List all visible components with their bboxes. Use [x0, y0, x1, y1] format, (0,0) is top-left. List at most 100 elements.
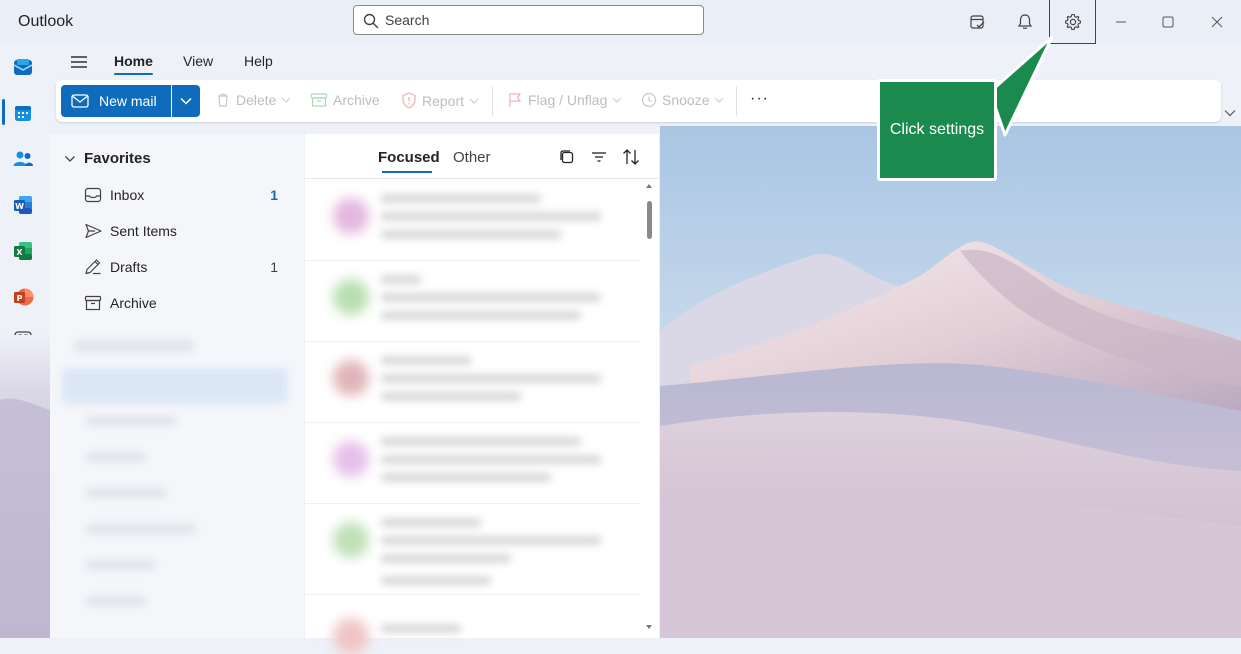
scroll-thumb[interactable] — [647, 201, 652, 239]
search-input[interactable] — [385, 12, 685, 28]
list-item[interactable] — [305, 180, 641, 261]
tab-home[interactable]: Home — [114, 53, 153, 69]
notifications-button[interactable] — [1009, 6, 1041, 38]
powerpoint-app-icon: P — [14, 288, 34, 306]
more-options-button[interactable]: ··· — [750, 90, 769, 108]
blurred-content — [381, 275, 421, 284]
chevron-down-icon — [282, 97, 291, 103]
excel-app-icon: X — [14, 242, 32, 260]
nav-toggle-button[interactable] — [66, 51, 92, 73]
snooze-button[interactable]: Snooze — [641, 92, 724, 108]
avatar — [333, 522, 369, 558]
folder-label: Archive — [110, 295, 157, 311]
chevron-down-icon — [65, 155, 75, 162]
blurred-content — [86, 596, 146, 606]
callout-text: Click settings — [889, 121, 985, 138]
search-icon — [363, 13, 379, 29]
blurred-content — [381, 374, 601, 383]
folder-label: Sent Items — [110, 223, 177, 239]
scroll-up-arrow[interactable] — [646, 184, 652, 188]
my-day-button[interactable] — [962, 6, 994, 38]
flag-icon — [509, 93, 522, 107]
tab-focused[interactable]: Focused — [378, 149, 440, 166]
rail-calendar[interactable] — [0, 93, 46, 133]
rail-excel[interactable]: X — [0, 231, 46, 271]
avatar — [333, 618, 369, 654]
search-box[interactable] — [353, 5, 704, 35]
settings-button[interactable] — [1049, 0, 1096, 44]
list-item[interactable] — [305, 600, 641, 654]
maximize-button[interactable] — [1145, 6, 1191, 38]
list-item[interactable] — [305, 504, 641, 595]
send-icon — [85, 223, 102, 239]
rail-powerpoint[interactable]: P — [0, 277, 46, 317]
new-mail-dropdown[interactable] — [172, 85, 200, 117]
new-mail-button[interactable]: New mail — [61, 85, 171, 117]
blurred-content — [86, 488, 166, 498]
svg-text:W: W — [15, 202, 24, 211]
tab-help[interactable]: Help — [244, 53, 273, 69]
blurred-content — [381, 311, 581, 320]
close-button[interactable] — [1194, 6, 1240, 38]
svg-text:P: P — [17, 294, 23, 303]
folder-sent-items[interactable]: Sent Items — [84, 221, 284, 241]
minimize-button[interactable] — [1098, 6, 1144, 38]
flag-label: Flag / Unflag — [528, 92, 608, 108]
calendar-check-icon — [970, 15, 985, 29]
delete-button[interactable]: Delete — [215, 92, 291, 108]
chevron-down-icon — [469, 98, 479, 104]
rail-word[interactable]: W — [0, 185, 46, 225]
tooltip-callout: Click settings — [877, 79, 997, 181]
archive-button[interactable]: Archive — [310, 92, 380, 108]
favorites-header[interactable]: Favorites — [64, 150, 151, 167]
avatar — [333, 360, 369, 396]
scroll-down-arrow[interactable] — [646, 625, 652, 629]
chevron-down-icon — [180, 97, 192, 105]
snooze-label: Snooze — [662, 92, 710, 108]
report-label: Report — [422, 92, 465, 109]
blurred-content — [381, 230, 561, 239]
background-strip — [0, 335, 50, 638]
mail-app-icon — [13, 59, 33, 75]
blurred-content — [86, 560, 156, 570]
tab-other[interactable]: Other — [453, 149, 491, 166]
list-item[interactable] — [305, 423, 641, 504]
sort-button[interactable] — [620, 147, 642, 167]
folder-drafts[interactable]: Drafts 1 — [84, 257, 284, 277]
folder-archive[interactable]: Archive — [84, 293, 284, 313]
landscape-image — [660, 126, 1241, 638]
delete-label: Delete — [236, 92, 277, 108]
chevron-down-icon — [612, 97, 622, 103]
list-item[interactable] — [305, 261, 641, 342]
archive-label: Archive — [333, 92, 380, 108]
archive-icon — [84, 295, 102, 311]
blurred-content — [381, 554, 511, 563]
ribbon-expand-button[interactable] — [1224, 104, 1236, 122]
tab-focused-indicator — [382, 171, 432, 173]
report-button[interactable]: Report — [401, 92, 479, 109]
trash-icon — [218, 93, 228, 107]
envelope-icon — [71, 94, 89, 108]
bell-icon — [1017, 14, 1033, 29]
archive-icon — [310, 93, 328, 107]
hamburger-icon — [71, 56, 87, 68]
favorites-label: Favorites — [84, 150, 151, 167]
list-item[interactable] — [305, 342, 641, 423]
blurred-content — [86, 524, 196, 534]
shield-icon — [402, 92, 416, 109]
flag-button[interactable]: Flag / Unflag — [507, 92, 622, 108]
blurred-content — [381, 455, 601, 464]
select-button[interactable] — [556, 147, 578, 167]
message-list-scrollbar[interactable] — [641, 180, 659, 638]
folder-inbox[interactable]: Inbox 1 — [84, 185, 284, 205]
rail-people[interactable] — [0, 139, 46, 179]
filter-button[interactable] — [588, 147, 610, 167]
blurred-content — [381, 518, 481, 527]
filter-icon — [592, 152, 606, 162]
blurred-content — [62, 368, 288, 404]
tab-view[interactable]: View — [183, 53, 213, 69]
rail-mail[interactable] — [0, 47, 46, 87]
chevron-down-icon — [715, 97, 724, 103]
blurred-content — [381, 536, 601, 545]
blurred-content — [381, 576, 491, 585]
